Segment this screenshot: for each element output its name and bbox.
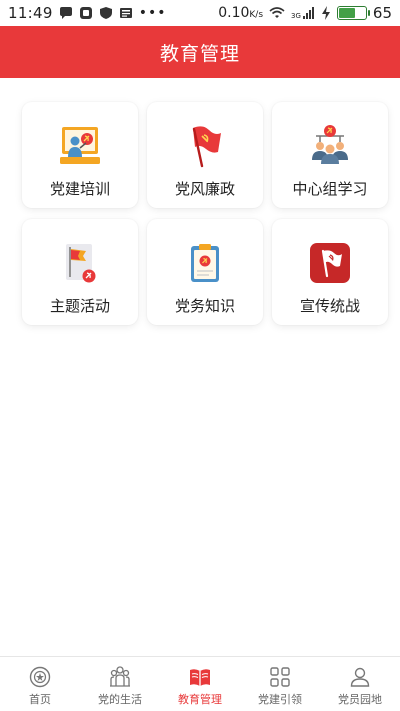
nav-label: 首页 [29, 693, 51, 706]
home-emblem-icon [29, 666, 51, 688]
network-speed-value: 0.10 [218, 5, 250, 21]
app-notification-icon [79, 7, 92, 19]
module-card-party-knowledge[interactable]: 党务知识 [147, 219, 263, 325]
theme-activity-icon [66, 244, 96, 283]
propaganda-flag-icon [310, 243, 350, 283]
page-title: 教育管理 [159, 42, 240, 65]
grid-icon [270, 667, 290, 687]
signal-bars-icon [302, 7, 314, 19]
wifi-icon [269, 7, 285, 18]
module-card-integrity[interactable]: 党风廉政 [147, 102, 263, 208]
book-icon [190, 669, 210, 686]
nav-label: 党的生活 [98, 693, 142, 706]
nav-item-member-garden[interactable]: 党员园地 [320, 665, 400, 707]
user-icon [350, 667, 370, 687]
network-speed-unit: K/s [249, 10, 264, 20]
module-label: 宣传统战 [299, 297, 360, 315]
nav-item-party-lead[interactable]: 党建引领 [240, 665, 320, 707]
app-header: 教育管理 [0, 26, 400, 78]
status-right: 0.10K/s 3G 65 [218, 4, 392, 22]
people-icon [110, 666, 130, 687]
training-icon [60, 127, 100, 164]
module-label: 党建培训 [49, 180, 110, 198]
nav-item-party-life[interactable]: 党的生活 [80, 665, 160, 707]
module-card-group-study[interactable]: 中心组学习 [272, 102, 388, 208]
module-card-theme-activity[interactable]: 主题活动 [22, 219, 138, 325]
shield-notification-icon [99, 7, 112, 19]
nav-label: 教育管理 [178, 693, 222, 706]
news-icon [119, 8, 132, 18]
more-notifications-icon: ••• [138, 5, 167, 21]
module-label: 主题活动 [49, 297, 110, 315]
party-flag-icon [192, 126, 221, 168]
status-bar: 11:49 ••• 0.10K/s 3G 65 [0, 0, 400, 26]
charging-icon [321, 6, 330, 20]
module-card-propaganda[interactable]: 宣传统战 [272, 219, 388, 325]
battery-fill [338, 8, 356, 18]
signal-type-label: 3G [291, 12, 301, 20]
nav-label: 党建引领 [258, 693, 302, 706]
module-label: 党风廉政 [174, 180, 235, 198]
nav-label: 党员园地 [338, 693, 382, 706]
message-icon [59, 7, 72, 19]
module-label: 中心组学习 [292, 180, 368, 198]
clipboard-icon [191, 244, 219, 282]
battery-level: 65 [372, 4, 392, 22]
battery-icon [336, 6, 370, 20]
group-study-icon [312, 125, 348, 164]
module-card-training[interactable]: 党建培训 [22, 102, 138, 208]
cell-signal: 3G [291, 6, 315, 20]
nav-item-home[interactable]: 首页 [0, 665, 80, 707]
module-label: 党务知识 [174, 297, 235, 315]
status-time: 11:49 [8, 4, 53, 22]
module-grid: 党建培训 党风廉政 中心组学习 主题活动 党务知识 宣传统战 [22, 102, 388, 325]
bottom-nav: 首页 党的生活 教育管理 党建引领 党员园地 [0, 656, 400, 711]
network-speed: 0.10K/s [218, 5, 263, 21]
status-left: 11:49 ••• [8, 4, 167, 22]
nav-item-education[interactable]: 教育管理 [160, 665, 240, 707]
